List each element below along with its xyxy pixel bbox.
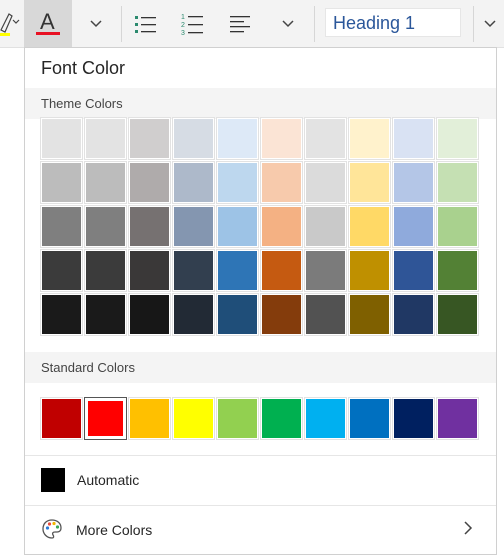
theme-color-swatch[interactable] <box>128 293 171 336</box>
theme-color-swatch[interactable] <box>260 161 303 204</box>
standard-colors-label: Standard Colors <box>41 360 135 375</box>
font-color-bar <box>36 32 60 35</box>
theme-color-swatch[interactable] <box>392 293 435 336</box>
theme-color-swatch[interactable] <box>172 161 215 204</box>
theme-color-swatch[interactable] <box>128 249 171 292</box>
font-color-panel: Font Color Theme Colors Standard Colors … <box>24 47 497 555</box>
theme-color-swatch[interactable] <box>436 161 479 204</box>
automatic-color-swatch <box>41 468 65 492</box>
theme-color-swatch[interactable] <box>172 117 215 160</box>
svg-text:2: 2 <box>181 22 185 29</box>
more-colors-option[interactable]: More Colors <box>25 506 496 555</box>
font-color-dropdown-button[interactable] <box>74 0 118 47</box>
theme-color-swatch[interactable] <box>304 161 347 204</box>
theme-color-swatch[interactable] <box>172 249 215 292</box>
theme-color-swatch[interactable] <box>128 117 171 160</box>
theme-color-swatch[interactable] <box>436 117 479 160</box>
theme-color-swatch[interactable] <box>172 205 215 248</box>
panel-title: Font Color <box>41 58 126 78</box>
style-selector-value: Heading 1 <box>333 13 416 33</box>
font-color-button[interactable]: A <box>24 0 72 47</box>
theme-color-swatch[interactable] <box>40 293 83 336</box>
standard-color-swatch[interactable] <box>40 397 83 440</box>
standard-color-swatch[interactable] <box>348 397 391 440</box>
theme-color-swatch[interactable] <box>260 249 303 292</box>
theme-color-swatch[interactable] <box>128 161 171 204</box>
more-colors-label: More Colors <box>76 522 153 538</box>
theme-color-swatch[interactable] <box>392 249 435 292</box>
automatic-label: Automatic <box>77 472 140 488</box>
numbered-list-button[interactable]: 1 2 3 <box>170 0 216 47</box>
theme-color-swatch[interactable] <box>216 249 259 292</box>
theme-color-swatch[interactable] <box>260 117 303 160</box>
toolbar-separator <box>121 6 122 42</box>
theme-color-swatch[interactable] <box>216 117 259 160</box>
theme-color-swatch[interactable] <box>436 205 479 248</box>
theme-color-swatch[interactable] <box>348 161 391 204</box>
theme-colors-label: Theme Colors <box>41 96 123 111</box>
style-dropdown-button[interactable] <box>476 0 504 47</box>
theme-color-swatch[interactable] <box>348 293 391 336</box>
bullet-list-icon <box>135 15 156 33</box>
toolbar-separator <box>473 6 474 42</box>
theme-color-swatch[interactable] <box>216 205 259 248</box>
theme-color-swatch[interactable] <box>84 117 127 160</box>
svg-text:3: 3 <box>181 30 185 36</box>
theme-color-swatch[interactable] <box>304 205 347 248</box>
theme-color-swatch[interactable] <box>40 249 83 292</box>
chevron-down-icon <box>282 19 294 27</box>
palette-icon <box>42 519 62 539</box>
align-left-icon <box>230 15 250 32</box>
highlighter-button[interactable] <box>0 0 24 47</box>
align-button[interactable] <box>218 0 264 47</box>
svg-text:1: 1 <box>181 14 185 21</box>
chevron-right-icon <box>464 521 473 535</box>
standard-color-swatch[interactable] <box>216 397 259 440</box>
standard-color-swatch[interactable] <box>84 397 127 440</box>
theme-color-swatch[interactable] <box>40 117 83 160</box>
theme-color-swatch[interactable] <box>304 117 347 160</box>
theme-color-swatch[interactable] <box>392 161 435 204</box>
theme-color-swatch[interactable] <box>304 293 347 336</box>
theme-color-swatch[interactable] <box>392 205 435 248</box>
theme-color-swatch[interactable] <box>40 205 83 248</box>
standard-color-swatch[interactable] <box>436 397 479 440</box>
theme-color-swatch[interactable] <box>348 249 391 292</box>
theme-color-swatch[interactable] <box>172 293 215 336</box>
theme-color-swatch[interactable] <box>216 293 259 336</box>
theme-color-swatch[interactable] <box>436 249 479 292</box>
theme-color-swatch[interactable] <box>84 249 127 292</box>
standard-color-swatch[interactable] <box>172 397 215 440</box>
theme-color-swatch[interactable] <box>216 161 259 204</box>
theme-colors-header: Theme Colors <box>25 88 496 119</box>
standard-color-swatch[interactable] <box>392 397 435 440</box>
standard-color-swatch[interactable] <box>128 397 171 440</box>
theme-color-swatch[interactable] <box>84 293 127 336</box>
style-selector[interactable]: Heading 1 <box>325 8 461 37</box>
chevron-down-icon <box>484 19 496 27</box>
toolbar-separator <box>314 6 315 42</box>
theme-color-swatch[interactable] <box>260 205 303 248</box>
standard-color-swatch[interactable] <box>304 397 347 440</box>
theme-color-swatch[interactable] <box>436 293 479 336</box>
numbered-list-icon: 1 2 3 <box>181 14 203 36</box>
bullet-list-button[interactable] <box>124 0 168 47</box>
theme-color-swatch[interactable] <box>348 205 391 248</box>
chevron-down-icon <box>90 19 102 27</box>
theme-color-swatch[interactable] <box>84 205 127 248</box>
highlighter-icon <box>0 13 20 36</box>
standard-color-swatch[interactable] <box>260 397 303 440</box>
standard-colors-header: Standard Colors <box>25 352 496 383</box>
theme-color-swatch[interactable] <box>260 293 303 336</box>
align-dropdown-button[interactable] <box>266 0 310 47</box>
theme-color-swatch[interactable] <box>348 117 391 160</box>
theme-color-swatch[interactable] <box>84 161 127 204</box>
theme-color-swatch[interactable] <box>128 205 171 248</box>
theme-color-swatch[interactable] <box>40 161 83 204</box>
theme-color-swatch[interactable] <box>304 249 347 292</box>
automatic-color-option[interactable]: Automatic <box>25 456 496 505</box>
theme-color-swatch[interactable] <box>392 117 435 160</box>
ribbon-toolbar: A 1 2 3 Heading 1 <box>0 0 504 48</box>
